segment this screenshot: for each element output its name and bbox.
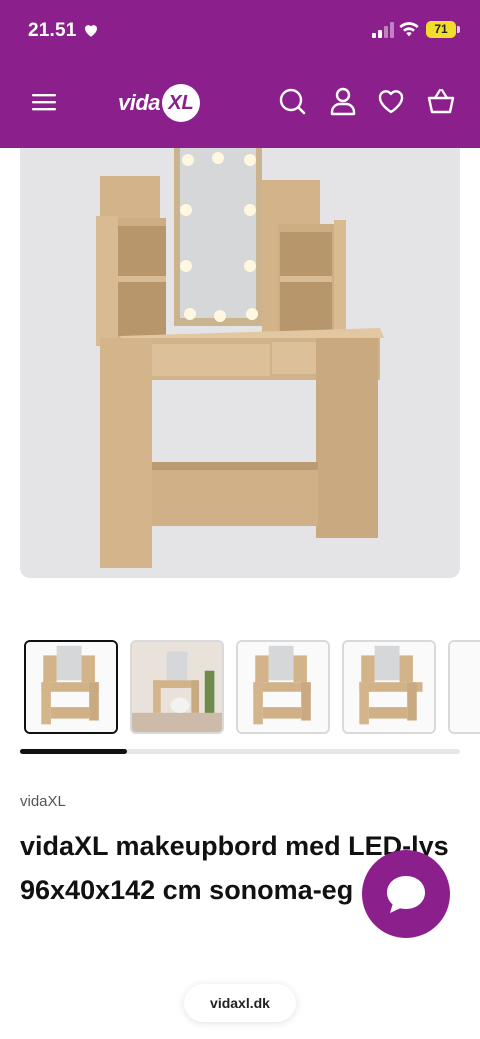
cellular-signal-icon	[372, 22, 394, 38]
thumbnail-5[interactable]	[448, 640, 480, 734]
account-icon[interactable]	[328, 86, 358, 116]
thumbnail-1[interactable]	[24, 640, 118, 734]
thumbnail-4[interactable]	[342, 640, 436, 734]
heart-icon[interactable]	[376, 86, 406, 116]
battery-indicator: 71	[426, 21, 460, 38]
heart-status-icon	[85, 25, 97, 37]
logo-text: vida	[118, 90, 161, 115]
thumbnail-strip[interactable]	[24, 640, 480, 736]
makeup-table-illustration	[96, 148, 384, 568]
thumbnail-2[interactable]	[130, 640, 224, 734]
thumbnail-3[interactable]	[236, 640, 330, 734]
thumbnail-scrollbar[interactable]	[20, 749, 460, 754]
menu-icon[interactable]	[30, 88, 58, 116]
scrollbar-thumb[interactable]	[20, 749, 127, 754]
product-brand[interactable]: vidaXL	[20, 793, 66, 810]
top-header: 21.51 71 vida XL	[0, 0, 480, 148]
basket-icon[interactable]	[426, 86, 456, 116]
search-icon[interactable]	[277, 86, 307, 116]
chat-button[interactable]	[362, 850, 450, 938]
wifi-icon	[399, 22, 419, 37]
status-time: 21.51	[28, 20, 77, 41]
browser-url-bar[interactable]: vidaxl.dk	[184, 984, 296, 1022]
status-bar: 21.51 71	[0, 0, 480, 60]
logo-badge: XL	[162, 84, 200, 122]
vidaxl-logo[interactable]: vida XL	[116, 80, 206, 124]
page: 21.51 71 vida XL vidaXL vidaXL makeupbor…	[0, 0, 480, 1039]
chat-bubble-icon	[387, 876, 425, 913]
product-image[interactable]	[20, 148, 460, 578]
